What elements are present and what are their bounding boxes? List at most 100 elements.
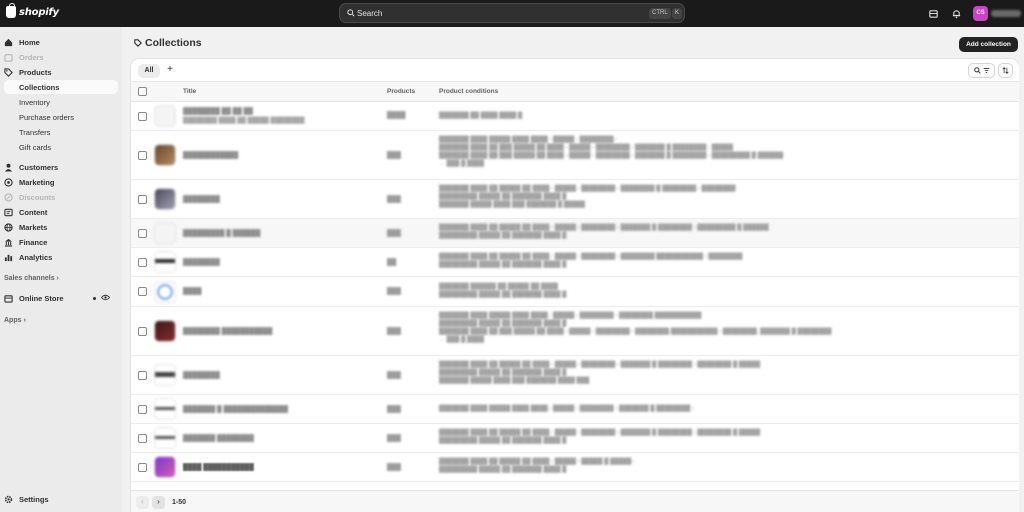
target-icon bbox=[4, 177, 13, 187]
next-page-button[interactable]: › bbox=[152, 496, 165, 509]
product-count-blurred: ███ bbox=[387, 196, 401, 203]
home-icon bbox=[4, 38, 13, 46]
row-checkbox[interactable] bbox=[138, 151, 147, 160]
eye-icon[interactable] bbox=[101, 294, 110, 301]
row-checkbox[interactable] bbox=[138, 195, 147, 204]
table-row[interactable]: ███████ █ ██████████████ ███ ███████ ███… bbox=[131, 395, 1019, 424]
tab-all[interactable]: All bbox=[138, 64, 160, 78]
view-tabs: All + bbox=[131, 59, 1019, 82]
sidebar-item-customers[interactable]: Customers bbox=[4, 160, 118, 174]
row-checkbox[interactable] bbox=[138, 112, 147, 121]
sidebar-item-online-store[interactable]: Online Store bbox=[4, 291, 118, 305]
table-footer: ‹ › 1-50 bbox=[131, 490, 1019, 512]
sidebar-item-label: Settings bbox=[19, 494, 49, 504]
sort-icon bbox=[1002, 67, 1009, 74]
sidebar-sub-label: Inventory bbox=[19, 97, 50, 107]
table-row[interactable]: ████████ ███████████ ███ ███████ ████ ██… bbox=[131, 307, 1019, 356]
sidebar-item-marketing[interactable]: Marketing bbox=[4, 175, 118, 189]
add-collection-button[interactable]: Add collection bbox=[959, 37, 1018, 52]
sidebar-item-content[interactable]: Content bbox=[4, 205, 118, 219]
sidebar-item-orders[interactable]: Orders bbox=[4, 50, 118, 64]
product-count-blurred: ███ bbox=[387, 152, 401, 159]
filter-icon bbox=[983, 67, 989, 74]
tag-icon bbox=[4, 67, 13, 77]
row-checkbox[interactable] bbox=[138, 327, 147, 336]
table-row[interactable]: ████████ ███ ███████ ████ ██ █████ ██ ██… bbox=[131, 180, 1019, 219]
person-icon bbox=[4, 163, 13, 172]
sidebar-item-label: Marketing bbox=[19, 177, 55, 187]
sidebar-item-products[interactable]: Products bbox=[4, 65, 118, 79]
conditions-blurred: ███████ ████ █████ ████ ████ › █████ › █… bbox=[439, 406, 694, 412]
row-checkbox[interactable] bbox=[138, 371, 147, 380]
sidebar-sub-label: Transfers bbox=[19, 127, 51, 137]
collection-thumbnail bbox=[154, 222, 176, 244]
avatar[interactable]: CS bbox=[973, 6, 988, 21]
discount-icon bbox=[4, 192, 13, 202]
sidebar: Home Orders Products Collections Invento… bbox=[0, 27, 122, 512]
previous-page-button[interactable]: ‹ bbox=[136, 496, 149, 509]
globe-icon bbox=[4, 222, 13, 232]
search-icon bbox=[973, 67, 981, 74]
sort-button[interactable] bbox=[998, 63, 1013, 78]
table-row[interactable]: ████████ ██ ███████ ████ ██ █████ ██ ███… bbox=[131, 248, 1019, 277]
sidebar-item-settings[interactable]: Settings bbox=[4, 492, 118, 506]
search-bar[interactable]: Search CTRL K bbox=[339, 3, 685, 23]
sales-channels-heading[interactable]: Sales channels › bbox=[4, 275, 59, 282]
row-checkbox[interactable] bbox=[138, 434, 147, 443]
conditions-blurred: ███████ ██████ ██ █████ ██ ████ █████████… bbox=[439, 284, 567, 298]
conditions-blurred: ███████ ████ █████ ████ ████ › █████ › █… bbox=[439, 313, 832, 343]
row-checkbox[interactable] bbox=[138, 463, 147, 472]
table-row[interactable]: ████████████ ███ ███████ ████ █████ ████… bbox=[131, 131, 1019, 180]
collection-thumbnail bbox=[154, 456, 176, 478]
row-checkbox[interactable] bbox=[138, 258, 147, 267]
shortcut-k-key: K bbox=[672, 8, 683, 19]
conditions-blurred: ███████ ████ ██ █████ ██ ████ › █████ › … bbox=[439, 459, 636, 473]
sidebar-item-collections[interactable]: Collections bbox=[4, 80, 118, 94]
table-row[interactable]: ████████ ███ ███████ ████ ██ █████ ██ ██… bbox=[131, 356, 1019, 395]
row-checkbox[interactable] bbox=[138, 287, 147, 296]
select-all-checkbox[interactable] bbox=[138, 87, 147, 96]
shopify-logo[interactable]: shopify bbox=[6, 3, 59, 18]
orders-icon bbox=[4, 53, 13, 62]
collection-thumbnail bbox=[154, 364, 176, 386]
collection-title-blurred: ███████ █ ██████████████ bbox=[183, 406, 288, 413]
page-title-text: Collections bbox=[145, 37, 202, 49]
column-title[interactable]: Title bbox=[183, 88, 196, 95]
table-row[interactable]: ████ ███████████ ███ ███████ ████ ██ ███… bbox=[131, 453, 1019, 482]
sidebar-item-purchase-orders[interactable]: Purchase orders bbox=[4, 110, 118, 124]
sidebar-item-discounts[interactable]: Discounts bbox=[4, 190, 118, 204]
sidebar-sub-label: Gift cards bbox=[19, 142, 52, 152]
bell-icon[interactable] bbox=[951, 8, 962, 19]
column-products[interactable]: Products bbox=[387, 88, 415, 95]
row-checkbox[interactable] bbox=[138, 229, 147, 238]
sidebar-item-markets[interactable]: Markets bbox=[4, 220, 118, 234]
table-row[interactable]: ████ ███ ███████ ██████ ██ █████ ██ ████… bbox=[131, 277, 1019, 307]
bank-icon bbox=[4, 238, 13, 247]
sidebar-item-label: Home bbox=[19, 37, 40, 47]
sales-channels-label: Sales channels bbox=[4, 275, 55, 282]
product-count-blurred: ████ bbox=[387, 112, 406, 119]
sidebar-item-analytics[interactable]: Analytics bbox=[4, 250, 118, 264]
table-row[interactable]: ████████ ██ ██ ██ ████████ ████ ██ █████… bbox=[131, 102, 1019, 131]
store-icon[interactable] bbox=[928, 8, 939, 19]
sidebar-item-label: Products bbox=[19, 67, 52, 77]
table-row[interactable]: █████████ █ ██████ ███ ███████ ████ ██ █… bbox=[131, 219, 1019, 248]
sidebar-item-finance[interactable]: Finance bbox=[4, 235, 118, 249]
add-view-button[interactable]: + bbox=[165, 63, 175, 77]
apps-heading[interactable]: Apps › bbox=[4, 317, 26, 324]
table-row[interactable]: ███████ ████████ ███ ███████ ████ ██ ███… bbox=[131, 424, 1019, 453]
collection-thumbnail bbox=[154, 144, 176, 166]
top-bar: shopify Search CTRL K CS bbox=[0, 0, 1024, 27]
sidebar-item-gift-cards[interactable]: Gift cards bbox=[4, 140, 118, 154]
sidebar-sub-label: Purchase orders bbox=[19, 112, 75, 122]
sidebar-item-transfers[interactable]: Transfers bbox=[4, 125, 118, 139]
sidebar-item-home[interactable]: Home bbox=[4, 35, 118, 49]
store-name-blurred[interactable] bbox=[991, 10, 1021, 17]
sidebar-item-inventory[interactable]: Inventory bbox=[4, 95, 118, 109]
collection-title-blurred: ████████ bbox=[183, 372, 220, 379]
row-checkbox[interactable] bbox=[138, 405, 147, 414]
column-conditions[interactable]: Product conditions bbox=[439, 88, 498, 95]
search-filter-button[interactable] bbox=[968, 63, 995, 78]
collection-title-blurred: ███████ ████████ bbox=[183, 435, 254, 442]
collection-title-blurred: ████████ bbox=[183, 259, 220, 266]
